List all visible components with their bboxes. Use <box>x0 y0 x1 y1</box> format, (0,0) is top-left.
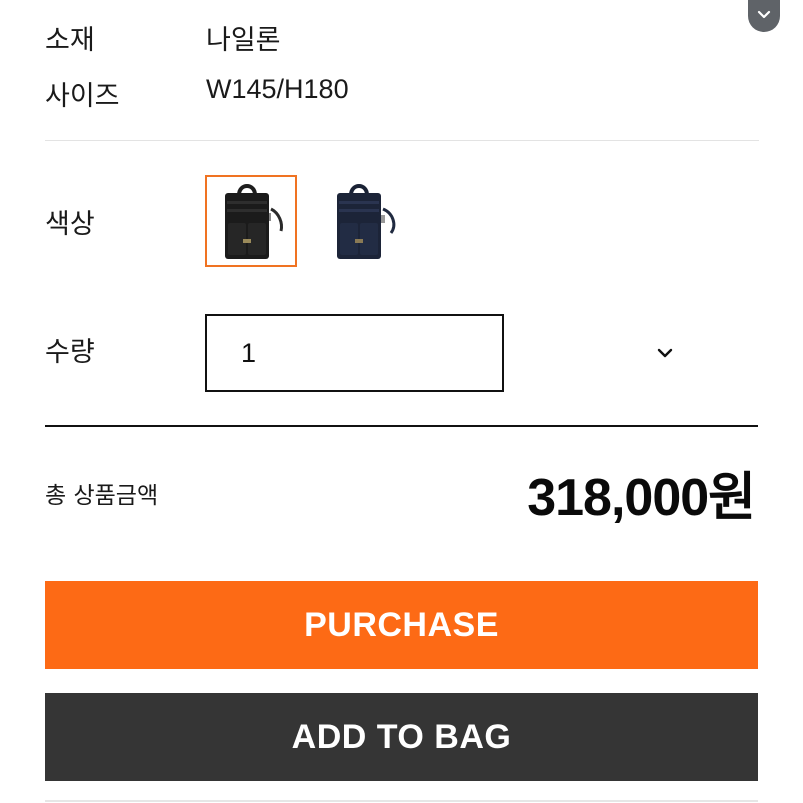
quantity-value: 1 <box>241 338 257 368</box>
chevron-down-icon <box>757 10 771 19</box>
divider <box>45 140 759 141</box>
bottom-divider <box>45 800 758 802</box>
bag-thumbnail-black <box>225 184 283 259</box>
purchase-button[interactable]: PURCHASE <box>45 581 758 669</box>
total-price-value: 318,000원 <box>527 469 756 527</box>
quantity-label: 수량 <box>45 337 95 368</box>
size-label: 사이즈 <box>45 81 120 112</box>
add-to-bag-button[interactable]: ADD TO BAG <box>45 693 758 781</box>
chevron-down-icon <box>657 348 673 358</box>
total-divider <box>45 425 758 427</box>
color-swatch-black[interactable] <box>205 175 297 267</box>
material-value: 나일론 <box>206 25 281 56</box>
scroll-down-button[interactable] <box>748 0 780 32</box>
material-label: 소재 <box>45 25 95 56</box>
size-value: W145/H180 <box>206 74 349 104</box>
total-price-label: 총 상품금액 <box>45 483 159 509</box>
color-swatch-navy[interactable] <box>317 175 409 267</box>
bag-thumbnail-navy <box>337 184 396 259</box>
quantity-select[interactable]: 1 <box>205 314 673 392</box>
color-label: 색상 <box>45 209 95 240</box>
